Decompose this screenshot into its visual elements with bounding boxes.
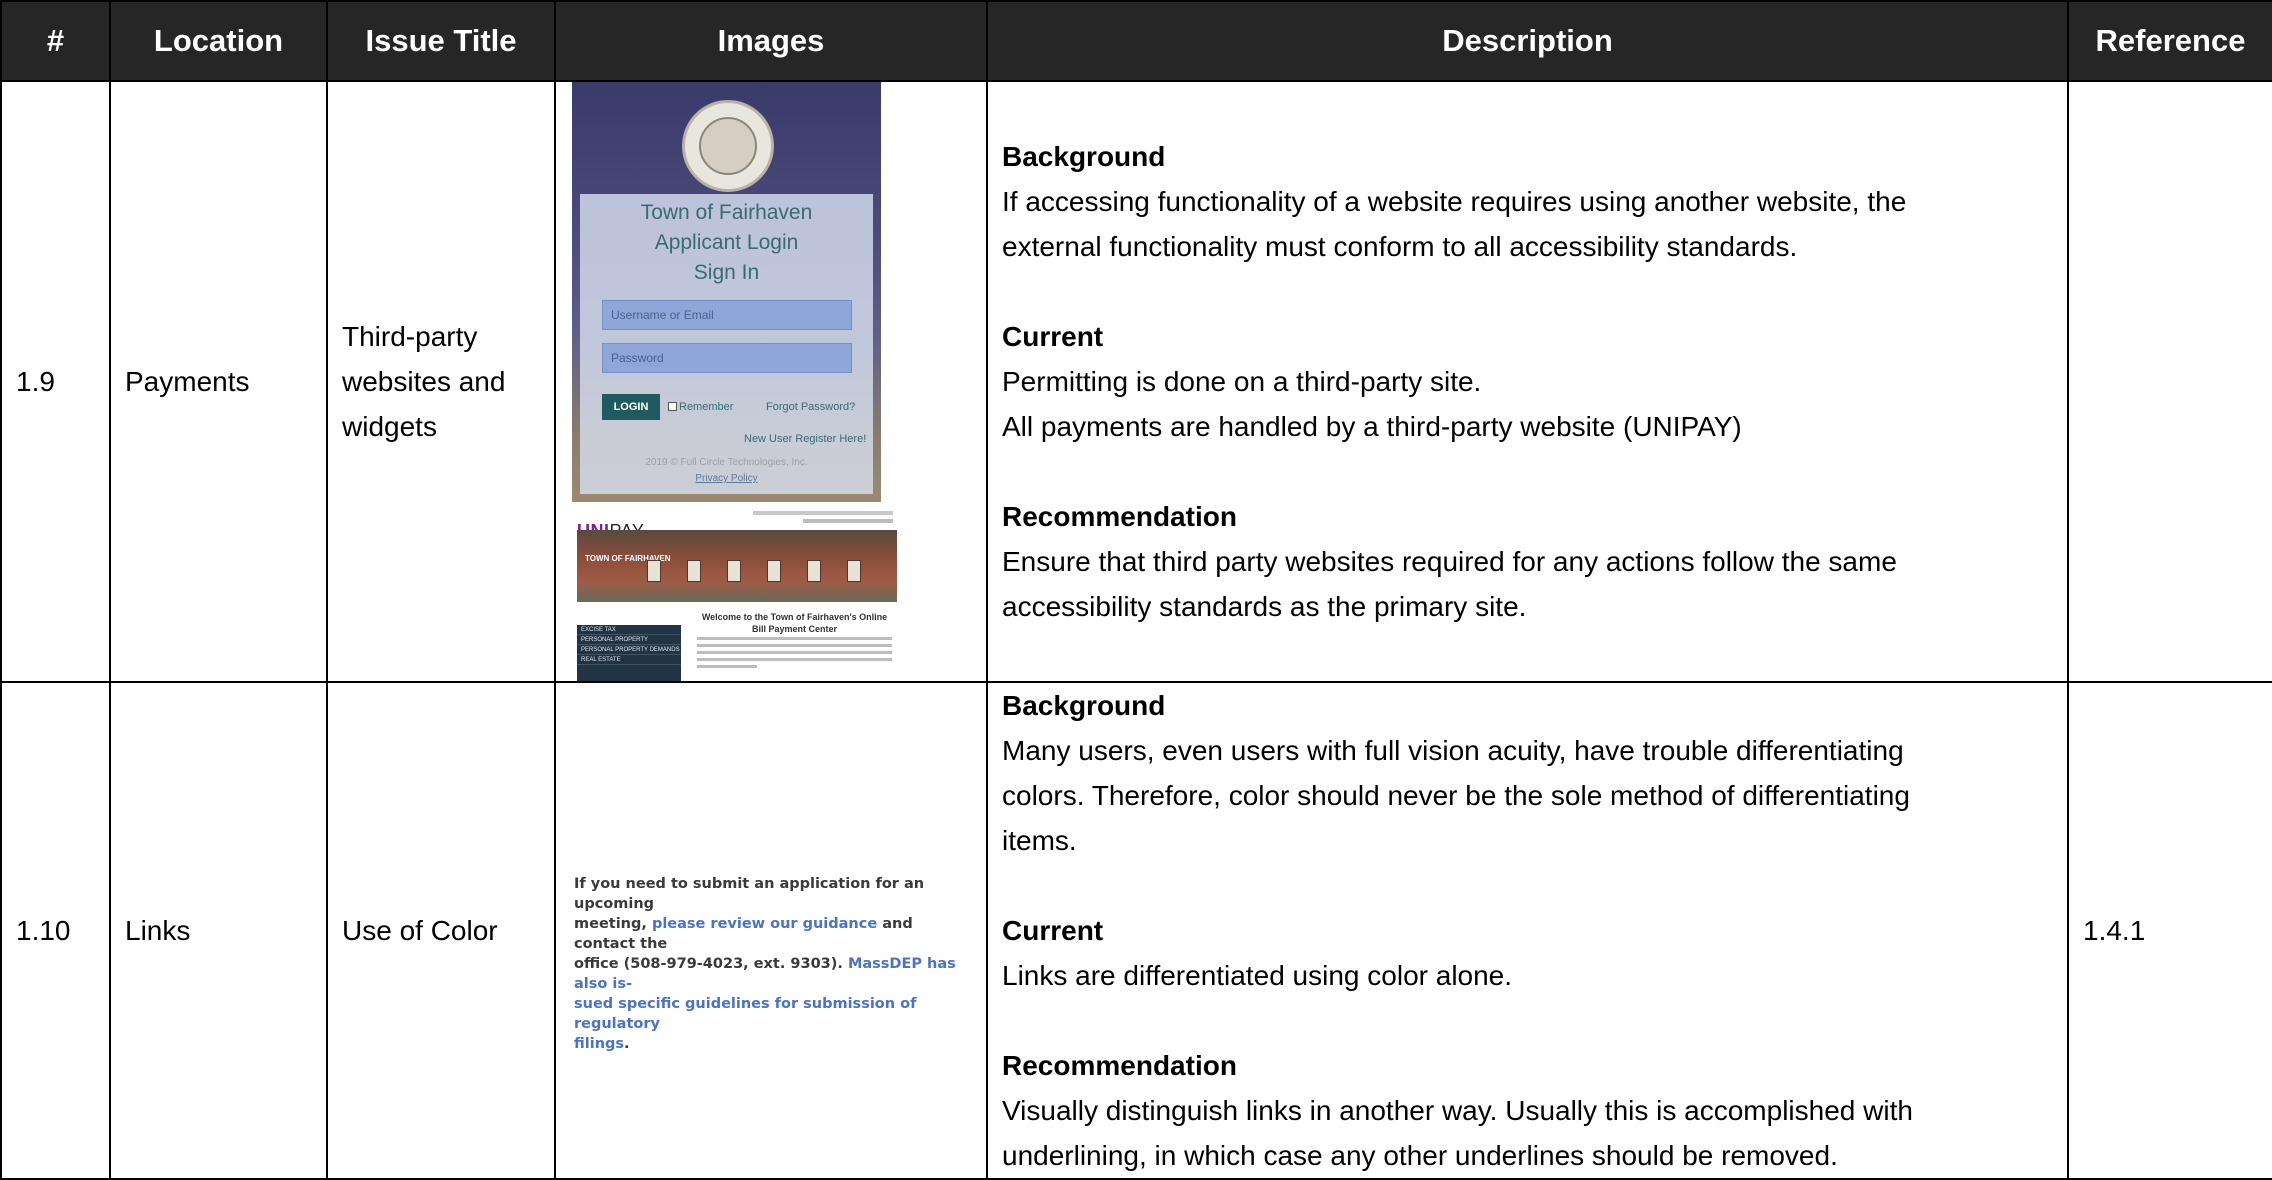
menu-item: EXCISE TAX xyxy=(577,625,681,635)
unipay-welcome-heading: Welcome to the Town of Fairhaven's Onlin… xyxy=(701,612,888,634)
issue-title-line: Third-party xyxy=(342,321,478,352)
unipay-header-links xyxy=(803,519,893,523)
section-text: Permitting is done on a third-party site… xyxy=(1002,366,1482,397)
register-link: New User Register Here! xyxy=(744,433,867,445)
cell-location: Links xyxy=(109,681,328,1180)
guidance-link: please review our guidance xyxy=(651,916,878,932)
section-text: accessibility standards as the primary s… xyxy=(1002,591,1527,622)
checkbox-icon xyxy=(668,402,677,411)
section-text: Visually distinguish links in another wa… xyxy=(1002,1095,1913,1126)
copyright-text: 2019 © Full Circle Technologies, Inc. xyxy=(645,457,808,468)
privacy-link: Privacy Policy xyxy=(695,473,758,484)
link-color-snippet: If you need to submit an application for… xyxy=(574,876,956,1052)
menu-item: PERSONAL PROPERTY xyxy=(577,635,681,645)
menu-item: PERSONAL PROPERTY DEMANDS xyxy=(577,645,681,655)
section-text: Links are differentiated using color alo… xyxy=(1002,960,1513,991)
section-text: underlining, in which case any other und… xyxy=(1002,1140,1838,1171)
table-row: 1.9 Payments Third-party websites and wi… xyxy=(0,80,2272,683)
description-section: Current Permitting is done on a third-pa… xyxy=(1002,314,2053,449)
section-text: Ensure that third party websites require… xyxy=(1002,546,1897,577)
section-heading: Current xyxy=(1002,321,1104,352)
description-section: Recommendation Visually distinguish link… xyxy=(1002,1043,2053,1178)
section-text: external functionality must conform to a… xyxy=(1002,231,1798,262)
header-description: Description xyxy=(986,0,2069,82)
cell-images: If you need to submit an application for… xyxy=(554,681,988,1180)
section-heading: Current xyxy=(1002,915,1104,946)
login-signin-label: Sign In xyxy=(693,261,760,284)
issue-title-line: websites and xyxy=(342,366,506,397)
table-header-row: # Location Issue Title Images Descriptio… xyxy=(0,0,2272,82)
section-heading: Background xyxy=(1002,690,1166,721)
description-section: Current Links are differentiated using c… xyxy=(1002,908,2053,998)
table-row: 1.10 Links Use of Color If you need to s… xyxy=(0,681,2272,1180)
cell-number: 1.9 xyxy=(0,80,111,683)
menu-item: REAL ESTATE xyxy=(577,655,681,665)
transactions-menu: EXCISE TAX PERSONAL PROPERTY PERSONAL PR… xyxy=(577,625,681,680)
description-section: Recommendation Ensure that third party w… xyxy=(1002,494,2053,629)
cell-description: Background If accessing functionality of… xyxy=(986,80,2069,683)
login-subtitle: Applicant Login xyxy=(654,231,799,254)
section-text: If accessing functionality of a website … xyxy=(1002,186,1907,217)
unipay-page-screenshot: UNIPAY TOWN OF FAIRHAVEN Transactions xyxy=(572,507,897,680)
login-button: LOGIN xyxy=(602,394,660,420)
cell-issue-title: Third-party websites and widgets xyxy=(326,80,556,683)
username-field: Username or Email xyxy=(602,300,852,330)
cell-images: Town of Fairhaven Applicant Login Sign I… xyxy=(554,80,988,683)
unipay-header-text xyxy=(753,511,893,515)
town-seal-icon xyxy=(682,100,774,192)
town-hall-banner-image: TOWN OF FAIRHAVEN xyxy=(577,530,897,602)
header-issue-title: Issue Title xyxy=(326,0,556,82)
cell-number: 1.10 xyxy=(0,681,111,1180)
description-section: Background Many users, even users with f… xyxy=(1002,683,2053,863)
remember-checkbox: Remember xyxy=(668,400,733,414)
section-heading: Recommendation xyxy=(1002,1050,1237,1081)
password-field: Password xyxy=(602,343,852,373)
login-title: Town of Fairhaven xyxy=(640,201,813,224)
accessibility-issues-table: # Location Issue Title Images Descriptio… xyxy=(0,0,2272,1180)
header-images: Images xyxy=(554,0,988,82)
cell-issue-title: Use of Color xyxy=(326,681,556,1180)
section-text: items. xyxy=(1002,825,1077,856)
section-text: All payments are handled by a third-part… xyxy=(1002,411,1742,442)
section-heading: Recommendation xyxy=(1002,501,1237,532)
section-text: Many users, even users with full vision … xyxy=(1002,735,1904,766)
issue-title-line: widgets xyxy=(342,411,437,442)
description-section: Background If accessing functionality of… xyxy=(1002,134,2053,269)
section-text: colors. Therefore, color should never be… xyxy=(1002,780,1910,811)
cell-description: Background Many users, even users with f… xyxy=(986,681,2069,1180)
login-panel: Town of Fairhaven Applicant Login Sign I… xyxy=(580,194,873,494)
issue-title-line: Use of Color xyxy=(342,915,498,946)
cell-location: Payments xyxy=(109,80,328,683)
header-reference: Reference xyxy=(2067,0,2272,82)
section-heading: Background xyxy=(1002,141,1166,172)
header-location: Location xyxy=(109,0,328,82)
login-page-screenshot: Town of Fairhaven Applicant Login Sign I… xyxy=(572,83,881,502)
cell-reference: 1.4.1 xyxy=(2067,681,2272,1180)
header-number: # xyxy=(0,0,111,82)
cell-reference xyxy=(2067,80,2272,683)
forgot-password-link: Forgot Password? xyxy=(766,401,856,413)
